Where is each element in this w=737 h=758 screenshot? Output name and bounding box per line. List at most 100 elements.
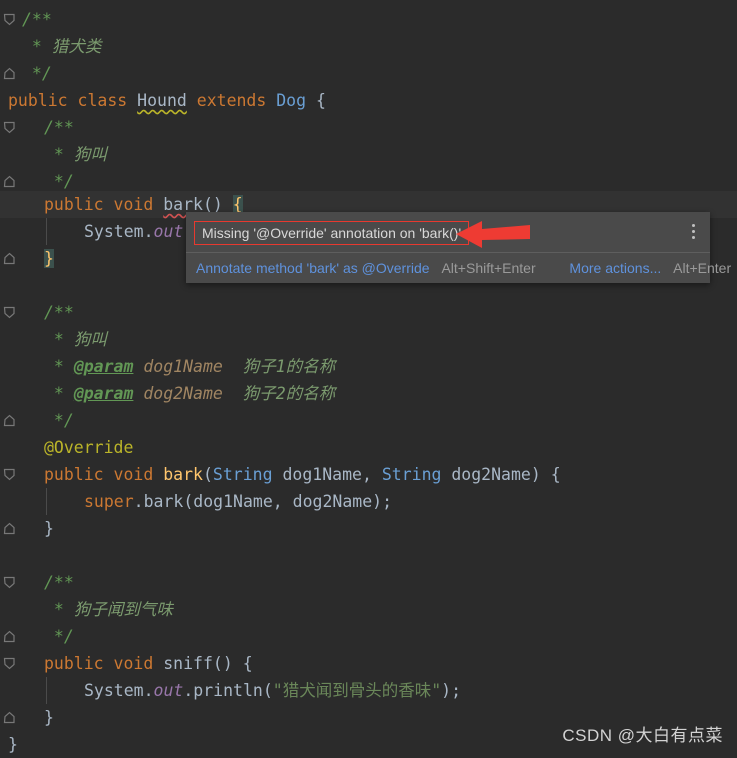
indent-guide [46, 488, 47, 515]
watermark: CSDN @大白有点菜 [562, 726, 723, 745]
intention-popup[interactable]: Missing '@Override' annotation on 'bark(… [186, 212, 731, 283]
code-line[interactable]: super.bark(dog1Name, dog2Name); [0, 488, 737, 515]
code-line-text: */ [0, 172, 74, 191]
indent-guide [46, 218, 47, 245]
code-token: bark [163, 465, 203, 484]
code-line-text: public class Hound extends Dog { [0, 91, 326, 110]
code-line-text: * 狗叫 [0, 145, 107, 164]
code-token: ) [530, 465, 541, 484]
code-line[interactable]: @Override [0, 434, 737, 461]
code-token: () [212, 654, 233, 673]
code-token: @param [73, 357, 134, 376]
code-token: } [44, 249, 54, 268]
code-token: 狗子1的名称 [242, 357, 336, 376]
code-line[interactable]: */ [0, 60, 737, 87]
code-token: { [242, 654, 253, 673]
code-content[interactable]: /** * 猎犬类 */ public class Hound extends D… [0, 0, 737, 754]
code-line[interactable]: * 猎犬类 [0, 33, 737, 60]
code-token: System [84, 681, 144, 700]
code-token: println [193, 681, 263, 700]
code-token: sniff [163, 654, 213, 673]
code-token: String [212, 465, 273, 484]
code-token: bark [143, 492, 184, 511]
code-token: 狗叫 [73, 330, 107, 349]
code-token: * [44, 600, 74, 619]
code-token: } [44, 708, 54, 727]
more-actions-action[interactable]: More actions... [569, 260, 661, 276]
code-token: */ [44, 172, 74, 191]
code-token: . [133, 492, 144, 511]
code-token: { [550, 465, 561, 484]
code-token: ); [441, 681, 462, 700]
code-token: class [77, 91, 128, 110]
inspection-message: Missing '@Override' annotation on 'bark(… [194, 221, 470, 245]
code-token: * [44, 145, 74, 164]
code-line[interactable]: System.out.println("猎犬闻到骨头的香味"); [0, 677, 737, 704]
code-token: . [143, 222, 154, 241]
code-editor[interactable]: /** * 猎犬类 */ public class Hound extends D… [0, 0, 737, 754]
code-line[interactable]: } [0, 515, 737, 542]
code-token: out [153, 681, 184, 700]
code-line[interactable]: /** [0, 6, 737, 33]
code-token: /** [44, 573, 74, 592]
code-token: , [361, 465, 382, 484]
code-token: ( [183, 492, 194, 511]
code-token: . [143, 681, 154, 700]
code-token: * [22, 37, 52, 56]
code-line[interactable]: * @param dog1Name 狗子1的名称 [0, 353, 737, 380]
code-line[interactable]: * 狗子闻到气味 [0, 596, 737, 623]
code-line[interactable]: */ [0, 623, 737, 650]
code-line[interactable]: * 狗叫 [0, 326, 737, 353]
code-token: public [8, 91, 68, 110]
code-line-text: } [0, 249, 54, 268]
code-token: @Override [44, 438, 134, 457]
code-line[interactable]: /** [0, 114, 737, 141]
code-token: public [44, 654, 104, 673]
code-line[interactable]: public void bark(String dog1Name, String… [0, 461, 737, 488]
code-token: dog2Name [292, 492, 373, 511]
code-line-text: /** [0, 573, 74, 592]
code-line-text: * 狗子闻到气味 [0, 600, 173, 619]
code-token: /** [44, 303, 74, 322]
code-token: { [316, 91, 326, 110]
code-token: /** [22, 10, 52, 29]
more-vertical-icon[interactable] [686, 224, 700, 242]
code-line-text: } [0, 735, 18, 754]
code-line[interactable]: * 狗叫 [0, 141, 737, 168]
code-token: ( [262, 681, 273, 700]
code-line[interactable]: */ [0, 407, 737, 434]
code-line-text: System.out [0, 222, 183, 241]
code-line-text: */ [0, 411, 74, 430]
code-token: dog1Name [143, 357, 223, 376]
code-line[interactable]: public void sniff() { [0, 650, 737, 677]
code-line[interactable]: * @param dog2Name 狗子2的名称 [0, 380, 737, 407]
code-token: Dog [276, 91, 307, 110]
code-line[interactable]: /** [0, 569, 737, 596]
code-line[interactable]: public class Hound extends Dog { [0, 87, 737, 114]
code-token: 狗叫 [73, 145, 107, 164]
code-token: * [44, 330, 74, 349]
code-line-text: /** [0, 10, 52, 29]
code-token: dog2Name [143, 384, 223, 403]
annotate-method-action[interactable]: Annotate method 'bark' as @Override [196, 260, 430, 276]
code-line-text: * 狗叫 [0, 330, 107, 349]
code-token: void [113, 195, 154, 214]
code-line-text: */ [0, 627, 74, 646]
code-token: void [113, 465, 154, 484]
code-token: out [153, 222, 184, 241]
code-token: 猎犬类 [51, 37, 102, 56]
code-line[interactable]: /** [0, 299, 737, 326]
code-token: public [44, 465, 104, 484]
